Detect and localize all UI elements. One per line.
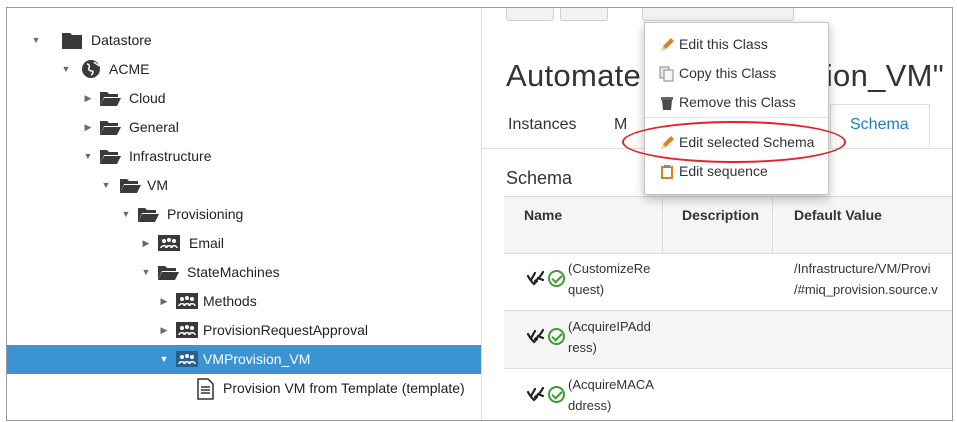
menu-item-label[interactable]: Edit this Class [679, 36, 768, 52]
check-circle-icon [548, 270, 565, 287]
toolbar-button[interactable] [506, 8, 554, 21]
folder-open-icon [137, 204, 159, 224]
menu-item-label[interactable]: Copy this Class [679, 65, 776, 81]
cell-name: (AcquireMACA [568, 377, 654, 392]
tree-node-label[interactable]: Infrastructure [129, 148, 211, 164]
column-divider [772, 197, 773, 253]
caret-down-icon[interactable]: ▼ [83, 151, 93, 161]
cell-name: ddress) [568, 398, 612, 413]
tree-node-infrastructure[interactable]: ▼ Infrastructure [7, 142, 481, 171]
table-header: Name Description Default Value [504, 196, 952, 254]
tree-node-provisioning[interactable]: ▼ Provisioning [7, 200, 481, 229]
cell-default-value: /#miq_provision.source.v [794, 282, 938, 297]
tree-node-vm[interactable]: ▼ VM [7, 171, 481, 200]
tree-node-vmprovision-vm[interactable]: ▼ VMProvision_VM [7, 345, 481, 374]
cell-name: ress) [568, 340, 597, 355]
tree-node-label[interactable]: Provision VM from Template (template) [223, 380, 465, 396]
cell-name: (AcquireIPAdd [568, 319, 651, 334]
caret-right-icon[interactable]: ▶ [141, 238, 151, 248]
check-circle-icon [548, 328, 565, 345]
highlight-oval [622, 121, 846, 163]
table-row[interactable]: (CustomizeRe quest) /Infrastructure/VM/P… [504, 253, 952, 311]
check-circle-icon [548, 386, 565, 403]
tree-node-provisionrequestapproval[interactable]: ▶ ProvisionRequestApproval [7, 316, 481, 345]
caret-down-icon[interactable]: ▼ [141, 267, 151, 277]
folder-open-icon [157, 262, 179, 282]
tree-node-acme[interactable]: ▼ ACME [7, 55, 481, 84]
caret-right-icon[interactable]: ▶ [159, 296, 169, 306]
state-icon [526, 328, 546, 351]
caret-right-icon[interactable]: ▶ [83, 93, 93, 103]
datastore-tree: ▼ Datastore ▼ ACME ▶ Cloud ▶ General ▼ I… [7, 8, 482, 420]
document-icon [195, 378, 217, 400]
table-row[interactable]: (AcquireMACA ddress) [504, 369, 952, 420]
toolbar-button[interactable] [560, 8, 608, 21]
table-row[interactable]: (AcquireIPAdd ress) [504, 311, 952, 369]
menu-divider [645, 117, 828, 118]
clipboard-icon [659, 164, 675, 180]
tree-node-general[interactable]: ▶ General [7, 113, 481, 142]
caret-down-icon[interactable]: ▼ [159, 354, 169, 364]
tree-node-label[interactable]: ACME [109, 61, 149, 77]
menu-item-edit-class[interactable]: Edit this Class [645, 31, 828, 59]
state-icon [526, 386, 546, 409]
cell-name: (CustomizeRe [568, 261, 651, 276]
tree-node-label[interactable]: VMProvision_VM [203, 351, 310, 367]
caret-right-icon[interactable]: ▶ [83, 122, 93, 132]
menu-item-label[interactable]: Remove this Class [679, 94, 796, 110]
cell-name: quest) [568, 282, 605, 297]
class-icon [175, 349, 198, 369]
tree-node-label[interactable]: General [129, 119, 179, 135]
tree-node-label[interactable]: Provisioning [167, 206, 243, 222]
column-header-name[interactable]: Name [524, 207, 562, 223]
tree-node-methods[interactable]: ▶ Methods [7, 287, 481, 316]
tree-node-label[interactable]: Datastore [91, 32, 152, 48]
state-icon [526, 270, 546, 293]
folder-open-icon [99, 88, 121, 108]
class-icon [157, 233, 180, 253]
tree-node-label[interactable]: StateMachines [187, 264, 280, 280]
caret-down-icon[interactable]: ▼ [101, 180, 111, 190]
tree-node-provision-vm-template[interactable]: Provision VM from Template (template) [7, 374, 481, 403]
tree-node-label[interactable]: Email [189, 235, 224, 251]
class-icon [175, 291, 198, 311]
caret-down-icon[interactable]: ▼ [61, 64, 71, 74]
folder-solid-icon [61, 30, 83, 50]
globe-icon [81, 59, 103, 79]
configuration-dropdown-button[interactable] [642, 8, 794, 21]
caret-down-icon[interactable]: ▼ [31, 35, 41, 45]
folder-open-icon [99, 117, 121, 137]
menu-item-label[interactable]: Edit sequence [679, 163, 768, 179]
class-icon [175, 320, 198, 340]
tree-node-label[interactable]: Methods [203, 293, 257, 309]
tree-node-cloud[interactable]: ▶ Cloud [7, 84, 481, 113]
tab-instances[interactable]: Instances [508, 116, 576, 134]
column-divider [662, 197, 663, 253]
tree-node-datastore[interactable]: ▼ Datastore [7, 26, 481, 55]
menu-item-copy-class[interactable]: Copy this Class [645, 60, 828, 88]
tree-node-email[interactable]: ▶ Email [7, 229, 481, 258]
column-header-default-value[interactable]: Default Value [794, 207, 882, 223]
tree-node-statemachines[interactable]: ▼ StateMachines [7, 258, 481, 287]
section-title: Schema [506, 168, 573, 188]
tree-node-label[interactable]: Cloud [129, 90, 166, 106]
pencil-icon [659, 37, 675, 53]
tree-node-label[interactable]: VM [147, 177, 168, 193]
tab-methods[interactable]: M [614, 116, 627, 134]
caret-right-icon[interactable]: ▶ [159, 325, 169, 335]
caret-down-icon[interactable]: ▼ [121, 209, 131, 219]
configuration-dropdown-menu: Edit this Class Copy this Class Remove t… [644, 22, 829, 195]
folder-open-icon [119, 175, 141, 195]
tab-schema[interactable]: Schema [850, 116, 909, 134]
column-header-description[interactable]: Description [682, 207, 759, 223]
menu-item-remove-class[interactable]: Remove this Class [645, 89, 828, 117]
cell-default-value: /Infrastructure/VM/Provi [794, 261, 931, 276]
copy-icon [659, 66, 675, 82]
folder-open-icon [99, 146, 121, 166]
trash-icon [659, 95, 675, 111]
tree-node-label[interactable]: ProvisionRequestApproval [203, 322, 368, 338]
